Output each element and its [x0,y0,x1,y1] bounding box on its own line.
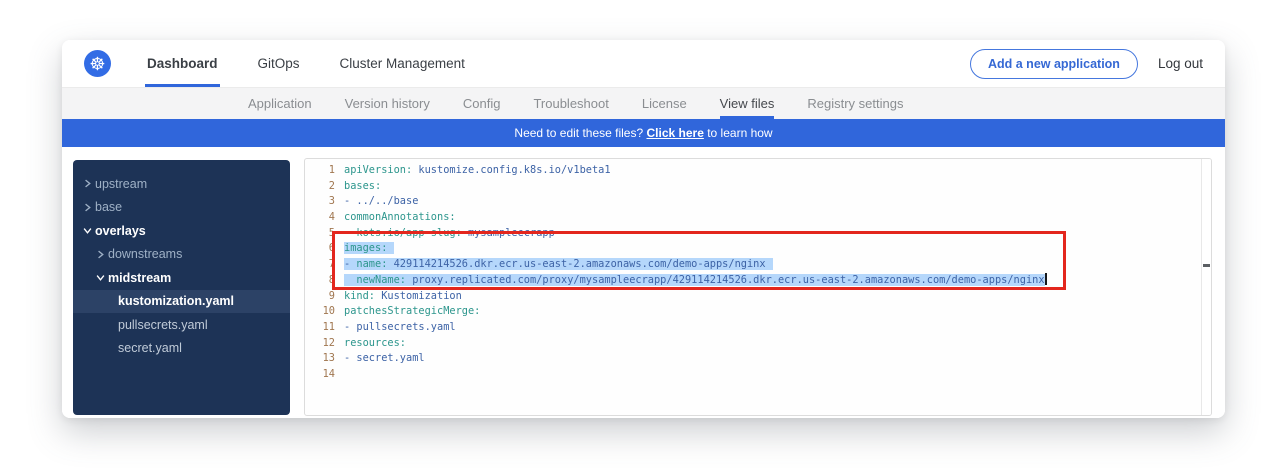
tree-folder-base[interactable]: base [73,196,290,220]
code-lines: 1apiVersion: kustomize.config.k8s.io/v1b… [305,159,1211,383]
top-nav: ☸ Dashboard GitOps Cluster Management Add … [62,40,1225,88]
tree-item-label: overlays [95,224,146,238]
nav-dashboard[interactable]: Dashboard [145,40,220,87]
banner-text-prefix: Need to edit these files? [514,126,643,140]
top-nav-right: Add a new application Log out [970,40,1203,87]
line-number: 12 [305,336,335,352]
app-window: ☸ Dashboard GitOps Cluster Management Add … [62,40,1225,418]
edit-files-banner: Need to edit these files? Click here to … [62,119,1225,147]
code-line-text: bases: [335,179,381,195]
line-number: 7 [305,257,335,273]
banner-text-suffix: to learn how [707,126,772,140]
tree-folder-downstreams[interactable]: downstreams [73,243,290,267]
tree-folder-upstream[interactable]: upstream [73,172,290,196]
main-nav: Dashboard GitOps Cluster Management [145,40,503,87]
nav-gitops[interactable]: GitOps [256,40,302,87]
code-line-text: kind: Kustomization [335,289,462,305]
code-line-3[interactable]: 3- ../../base [305,194,1211,210]
code-line-text: kots.io/app-slug: mysampleecrapp [335,226,555,242]
line-number: 8 [305,273,335,289]
code-line-2[interactable]: 2bases: [305,179,1211,195]
tree-file-secret-yaml[interactable]: secret.yaml [73,337,290,361]
tab-troubleshoot[interactable]: Troubleshoot [533,88,608,119]
line-number: 10 [305,304,335,320]
chevron-right-icon [83,179,95,188]
code-line-text: patchesStrategicMerge: [335,304,480,320]
code-line-14[interactable]: 14 [305,367,1211,383]
code-line-text: - pullsecrets.yaml [335,320,456,336]
code-line-9[interactable]: 9kind: Kustomization [305,289,1211,305]
code-line-text: commonAnnotations: [335,210,456,226]
tree-folder-overlays[interactable]: overlays [73,219,290,243]
tree-folder-midstream[interactable]: midstream [73,266,290,290]
line-number: 6 [305,241,335,257]
tab-config[interactable]: Config [463,88,501,119]
chevron-right-icon [83,203,95,212]
line-number: 4 [305,210,335,226]
line-number: 5 [305,226,335,242]
chevron-down-icon [83,226,95,235]
tree-item-label: pullsecrets.yaml [118,318,208,332]
code-line-text: - name: 429114214526.dkr.ecr.us-east-2.a… [335,257,773,273]
file-tree: upstream base overlays downstreams midstream… [73,160,290,415]
code-editor[interactable]: 1apiVersion: kustomize.config.k8s.io/v1b… [304,158,1212,416]
tab-view-files[interactable]: View files [720,88,775,119]
code-line-4[interactable]: 4commonAnnotations: [305,210,1211,226]
code-line-6[interactable]: 6images: [305,241,1211,257]
tree-file-kustomization-yaml[interactable]: kustomization.yaml [73,290,290,314]
chevron-right-icon [96,250,108,259]
line-number: 1 [305,163,335,179]
editor-scrollbar[interactable] [1201,159,1211,415]
tree-file-pullsecrets-yaml[interactable]: pullsecrets.yaml [73,313,290,337]
line-number: 2 [305,179,335,195]
code-line-1[interactable]: 1apiVersion: kustomize.config.k8s.io/v1b… [305,163,1211,179]
code-line-10[interactable]: 10patchesStrategicMerge: [305,304,1211,320]
add-application-button[interactable]: Add a new application [970,49,1138,79]
code-line-8[interactable]: 8 newName: proxy.replicated.com/proxy/my… [305,273,1211,289]
code-line-text: resources: [335,336,406,352]
code-line-text: images: [335,241,394,257]
code-line-13[interactable]: 13- secret.yaml [305,351,1211,367]
app-tab-bar: Application Version history Config Troubles… [62,88,1225,119]
code-line-text [335,367,344,383]
code-line-text: - ../../base [335,194,418,210]
code-line-11[interactable]: 11- pullsecrets.yaml [305,320,1211,336]
page: ☸ Dashboard GitOps Cluster Management Add … [0,0,1286,476]
line-number: 13 [305,351,335,367]
code-line-text: newName: proxy.replicated.com/proxy/mysa… [335,273,1047,289]
tab-version-history[interactable]: Version history [345,88,430,119]
tree-item-label: upstream [95,177,147,191]
tree-item-label: secret.yaml [118,341,182,355]
tab-registry-settings[interactable]: Registry settings [807,88,903,119]
chevron-down-icon [96,273,108,282]
tab-license[interactable]: License [642,88,687,119]
kubernetes-logo-icon: ☸ [84,50,111,77]
line-number: 14 [305,367,335,383]
view-files-content: upstream base overlays downstreams midstream… [62,147,1225,418]
line-number: 9 [305,289,335,305]
nav-cluster-management[interactable]: Cluster Management [338,40,467,87]
tab-application[interactable]: Application [248,88,312,119]
code-line-7[interactable]: 7- name: 429114214526.dkr.ecr.us-east-2.… [305,257,1211,273]
logout-link[interactable]: Log out [1158,56,1203,71]
line-number: 3 [305,194,335,210]
text-cursor [1045,273,1047,285]
tree-item-label: base [95,200,122,214]
code-line-text: apiVersion: kustomize.config.k8s.io/v1be… [335,163,611,179]
code-line-12[interactable]: 12resources: [305,336,1211,352]
tree-item-label: kustomization.yaml [118,294,234,308]
click-here-link[interactable]: Click here [647,126,704,140]
tree-item-label: downstreams [108,247,182,261]
tree-item-label: midstream [108,271,171,285]
scrollbar-thumb[interactable] [1203,264,1210,267]
line-number: 11 [305,320,335,336]
code-line-text: - secret.yaml [335,351,425,367]
code-line-5[interactable]: 5 kots.io/app-slug: mysampleecrapp [305,226,1211,242]
